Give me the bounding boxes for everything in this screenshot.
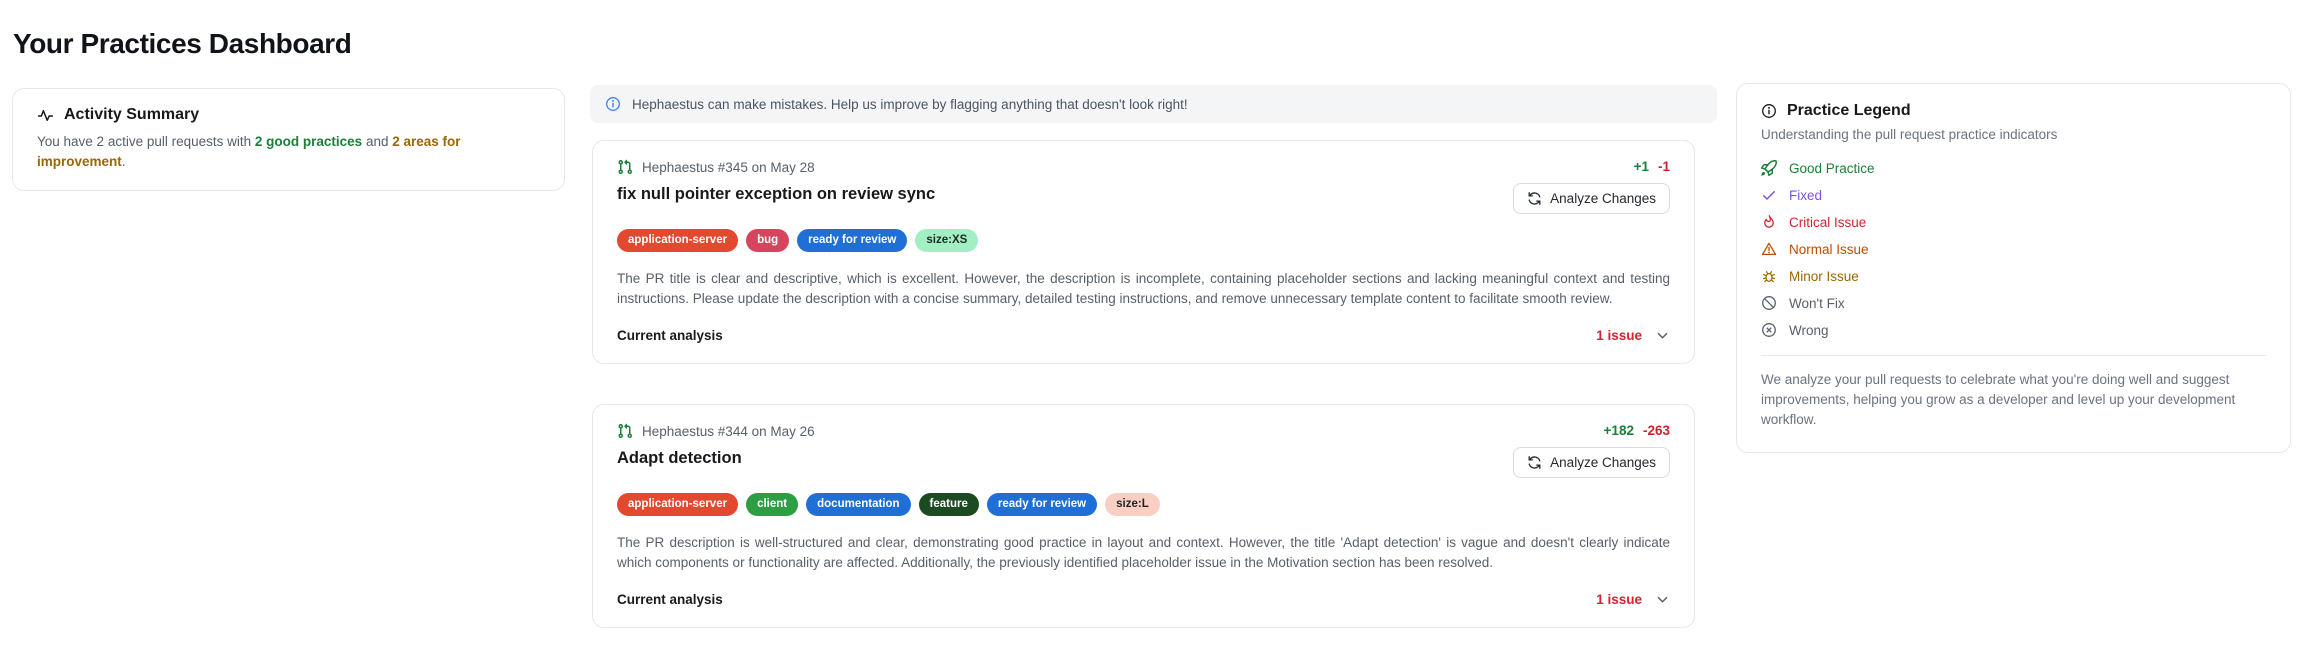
pr-deletions: -1 — [1657, 159, 1670, 174]
pr-additions: +1 — [1633, 159, 1649, 174]
activity-summary-title: Activity Summary — [64, 106, 200, 123]
legend-item-minor-issue: Minor Issue — [1761, 268, 2266, 284]
pr-label-badge: ready for review — [797, 229, 908, 252]
pr-cards-list: Hephaestus #345 on May 28 fix null point… — [592, 140, 1695, 628]
issue-count: 1 issue — [1596, 592, 1642, 607]
pr-label-badge: application-server — [617, 493, 739, 516]
pr-label-badge: client — [746, 493, 799, 516]
pr-description: The PR title is clear and descriptive, w… — [617, 271, 1670, 306]
legend-item-fixed: Fixed — [1761, 187, 2266, 203]
legend-footer-text: We analyze your pull requests to celebra… — [1761, 372, 2236, 427]
pr-label-badge: bug — [746, 229, 790, 252]
activity-summary-text: You have 2 active pull requests with 2 g… — [37, 132, 540, 172]
sync-icon — [1527, 191, 1542, 206]
pr-card-345: Hephaestus #345 on May 28 fix null point… — [592, 140, 1695, 364]
pr-diff-stats: +182 -263 — [1604, 423, 1670, 438]
pr-label-badge: feature — [918, 493, 979, 516]
git-pull-request-icon — [617, 159, 633, 175]
legend-item-label: Normal Issue — [1789, 241, 1869, 257]
legend-item-label: Won't Fix — [1789, 295, 1845, 311]
pr-title: fix null pointer exception on review syn… — [617, 185, 936, 203]
current-analysis-label: Current analysis — [617, 592, 723, 607]
legend-item-label: Fixed — [1789, 187, 1823, 203]
pr-badges: application-server client documentation … — [617, 493, 1670, 516]
issues-expander[interactable]: 1 issue — [1596, 328, 1670, 343]
pr-title: Adapt detection — [617, 449, 742, 467]
good-practices-count: 2 good practices — [254, 134, 363, 149]
legend-item-normal-issue: Normal Issue — [1761, 241, 2266, 257]
git-pull-request-icon — [617, 423, 633, 439]
legend-item-label: Good Practice — [1789, 160, 1875, 176]
legend-items: Good Practice Fixed Critical Issue Norma… — [1761, 160, 2266, 338]
flame-icon — [1761, 214, 1777, 230]
legend-divider — [1761, 355, 2266, 356]
pr-meta-text: Hephaestus #344 on May 26 — [642, 423, 815, 439]
pr-deletions: -263 — [1642, 423, 1670, 438]
check-icon — [1761, 187, 1777, 203]
activity-summary-card: Activity Summary You have 2 active pull … — [12, 88, 565, 191]
legend-subtitle: Understanding the pull request practice … — [1761, 127, 2058, 142]
issues-expander[interactable]: 1 issue — [1596, 592, 1670, 607]
disclaimer-banner: Hephaestus can make mistakes. Help us im… — [590, 85, 1717, 123]
legend-item-critical-issue: Critical Issue — [1761, 214, 2266, 230]
info-icon — [1761, 103, 1777, 119]
legend-title: Practice Legend — [1787, 102, 1911, 119]
legend-item-label: Critical Issue — [1789, 214, 1867, 230]
pr-description: The PR description is well-structured an… — [617, 535, 1670, 570]
pr-badges: application-server bug ready for review … — [617, 229, 1670, 252]
legend-item-good-practice: Good Practice — [1761, 160, 2266, 176]
practices-dashboard: Your Practices Dashboard Activity Summar… — [0, 0, 2299, 669]
analyze-changes-label: Analyze Changes — [1550, 191, 1656, 206]
pr-card-344: Hephaestus #344 on May 26 Adapt detectio… — [592, 404, 1695, 628]
page-title: Your Practices Dashboard — [13, 28, 352, 59]
activity-text-connector: and — [362, 134, 393, 149]
legend-item-label: Minor Issue — [1789, 268, 1859, 284]
pr-additions: +182 — [1603, 423, 1634, 438]
pr-label-badge: documentation — [806, 493, 911, 516]
legend-item-wont-fix: Won't Fix — [1761, 295, 2266, 311]
disclaimer-text: Hephaestus can make mistakes. Help us im… — [632, 96, 1188, 112]
legend-item-wrong: Wrong — [1761, 322, 2266, 338]
x-circle-icon — [1761, 322, 1777, 338]
analyze-changes-button[interactable]: Analyze Changes — [1513, 183, 1670, 214]
analyze-changes-button[interactable]: Analyze Changes — [1513, 447, 1670, 478]
pr-label-badge: application-server — [617, 229, 739, 252]
practice-legend-panel: Practice Legend Understanding the pull r… — [1736, 83, 2291, 453]
pr-label-badge: ready for review — [986, 493, 1098, 516]
legend-item-label: Wrong — [1789, 322, 1829, 338]
sync-icon — [1527, 455, 1542, 470]
warning-triangle-icon — [1761, 241, 1777, 257]
activity-text-suffix: . — [121, 154, 126, 169]
info-icon — [605, 96, 621, 112]
pr-label-badge: size:XS — [915, 229, 979, 252]
pr-diff-stats: +1 -1 — [1634, 159, 1670, 174]
analyze-changes-label: Analyze Changes — [1550, 455, 1656, 470]
bug-icon — [1761, 268, 1777, 284]
pr-meta-text: Hephaestus #345 on May 28 — [642, 159, 815, 175]
issue-count: 1 issue — [1596, 328, 1642, 343]
current-analysis-label: Current analysis — [617, 328, 723, 343]
activity-text-prefix: You have 2 active pull requests with — [37, 134, 255, 149]
chevron-down-icon — [1655, 592, 1670, 607]
activity-pulse-icon — [37, 107, 54, 124]
chevron-down-icon — [1655, 328, 1670, 343]
pr-label-badge: size:L — [1105, 493, 1160, 516]
circle-slash-icon — [1761, 295, 1777, 311]
rocket-icon — [1761, 160, 1777, 176]
